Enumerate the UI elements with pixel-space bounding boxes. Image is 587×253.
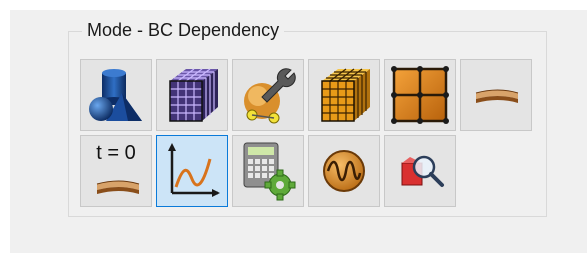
group-title: Mode - BC Dependency <box>82 18 285 42</box>
gold-mesh-button[interactable] <box>308 59 380 131</box>
mesh-cube-button[interactable] <box>156 59 228 131</box>
gold-mesh-cube-icon <box>321 68 370 122</box>
calculator-gear-button[interactable] <box>232 135 304 207</box>
initial-condition-button[interactable]: t = 0 <box>80 135 152 207</box>
grid-nodes-button[interactable] <box>384 59 456 131</box>
wave-signal-icon <box>323 150 365 192</box>
wave-signal-button[interactable] <box>308 135 380 207</box>
initial-condition-icon <box>96 180 140 194</box>
function-curve-button[interactable] <box>156 135 228 207</box>
function-curve-icon <box>168 143 220 197</box>
tools-button[interactable] <box>232 59 304 131</box>
grid-nodes-icon <box>391 66 449 124</box>
query-magnifier-icon <box>401 155 444 187</box>
geometry-part-button[interactable] <box>80 59 152 131</box>
tools-wrench-icon <box>244 68 296 124</box>
shell-strip-icon <box>475 89 519 103</box>
mesh-cube-icon <box>169 68 218 122</box>
query-magnifier-button[interactable] <box>384 135 456 207</box>
calculator-gear-icon <box>243 142 296 201</box>
geometry-part-icon <box>89 69 142 121</box>
shell-strip-button[interactable] <box>460 59 532 131</box>
